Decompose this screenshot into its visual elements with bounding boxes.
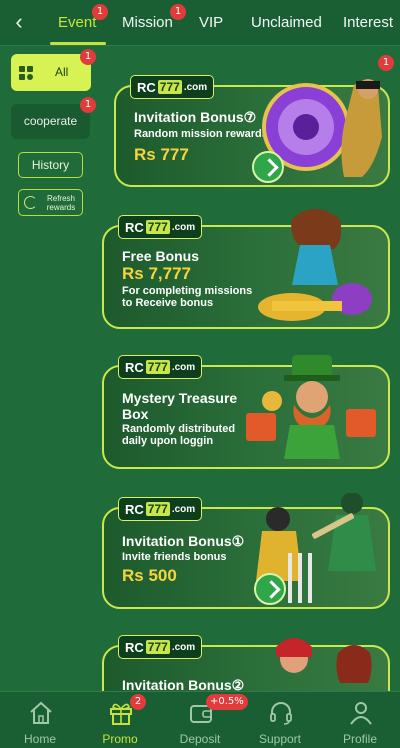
category-all-badge: 1 bbox=[80, 49, 96, 65]
active-tab-indicator bbox=[50, 42, 106, 45]
rc777-logo: RC 777 .com bbox=[118, 635, 203, 659]
nav-profile-label: Profile bbox=[342, 732, 377, 746]
history-button[interactable]: History bbox=[18, 152, 83, 178]
rc777-logo: RC 777 .com bbox=[118, 355, 203, 379]
arrow-go-icon[interactable] bbox=[252, 151, 284, 183]
tab-mission[interactable]: Mission bbox=[122, 14, 173, 31]
card-amount: Rs 777 bbox=[134, 145, 189, 164]
card-amount: Rs 7,777 bbox=[122, 264, 191, 283]
card-amount: Rs 500 bbox=[122, 566, 177, 585]
tab-vip[interactable]: VIP bbox=[199, 14, 223, 31]
promo-card-mystery-treasure-box[interactable]: RC 777 .com Mystery Treasure Box Randomly … bbox=[102, 355, 390, 469]
promo-card-free-bonus[interactable]: RC 777 .com Free Bonus Rs 7,777 For comple… bbox=[102, 209, 390, 329]
rc777-logo: RC 777 .com bbox=[130, 75, 215, 99]
refresh-icon bbox=[24, 196, 37, 209]
nav-promo[interactable]: Promo bbox=[80, 692, 160, 748]
card-description: Invite friends bonus bbox=[122, 551, 227, 563]
tab-event[interactable]: Event bbox=[58, 14, 96, 31]
nav-support[interactable]: Support bbox=[240, 692, 320, 748]
bottom-navigation: Home Promo 2 Deposit +0.5% Support Profi… bbox=[0, 691, 400, 748]
card-description: Randomly distributed daily upon loggin bbox=[122, 423, 236, 447]
card-description: Random mission rewards bbox=[134, 128, 268, 140]
nav-deposit-label: Deposit bbox=[179, 732, 221, 746]
arrow-go-icon[interactable] bbox=[254, 573, 286, 605]
card-description: For completing missions to Receive bonus bbox=[122, 285, 253, 309]
nav-support-label: Support bbox=[258, 732, 302, 746]
girl-with-coins-illustration bbox=[258, 209, 372, 321]
refresh-rewards-button[interactable]: Refresh rewards bbox=[18, 189, 83, 216]
card-title: Invitation Bonus① bbox=[122, 533, 245, 549]
refresh-rewards-label: Refresh rewards bbox=[46, 194, 76, 212]
category-all-label: All bbox=[55, 65, 69, 79]
category-cooperate-badge: 1 bbox=[80, 97, 96, 113]
tab-event-badge: 1 bbox=[92, 4, 108, 20]
rc777-logo: RC 777 .com bbox=[118, 497, 203, 521]
promo-card-invitation-bonus-7[interactable]: RC 777 .com Invitation Bonus⑦ Random missi… bbox=[114, 75, 390, 187]
rc777-logo: RC 777 .com bbox=[118, 215, 203, 239]
card-title: Mystery Treasure Box bbox=[122, 390, 238, 422]
chevron-left-icon[interactable]: ‹ bbox=[8, 10, 30, 34]
headset-icon bbox=[270, 702, 292, 725]
promo-card-invitation-bonus-1[interactable]: RC 777 .com Invitation Bonus① Invite frien… bbox=[102, 493, 390, 609]
grid-icon bbox=[19, 66, 33, 80]
nav-promo-badge: 2 bbox=[130, 694, 146, 710]
tab-mission-badge: 1 bbox=[170, 4, 186, 20]
category-cooperate-button[interactable]: cooperate bbox=[11, 104, 90, 139]
top-tab-bar: ‹ Event 1 Mission 1 VIP Unclaimed Intere… bbox=[0, 0, 400, 46]
nav-home[interactable]: Home bbox=[0, 692, 80, 748]
card-title: Invitation Bonus⑦ bbox=[134, 109, 257, 125]
nav-home-label: Home bbox=[23, 732, 56, 746]
card-title: Free Bonus bbox=[122, 248, 200, 264]
women-illustration bbox=[276, 638, 372, 683]
nav-profile[interactable]: Profile bbox=[320, 692, 400, 748]
tab-interest[interactable]: Interest bbox=[343, 14, 393, 31]
nav-promo-label: Promo bbox=[102, 732, 138, 746]
user-icon bbox=[350, 702, 372, 725]
category-all-button[interactable]: All bbox=[11, 54, 91, 91]
home-icon bbox=[30, 701, 52, 724]
tab-unclaimed[interactable]: Unclaimed bbox=[251, 14, 322, 31]
leprechaun-illustration bbox=[246, 355, 376, 459]
